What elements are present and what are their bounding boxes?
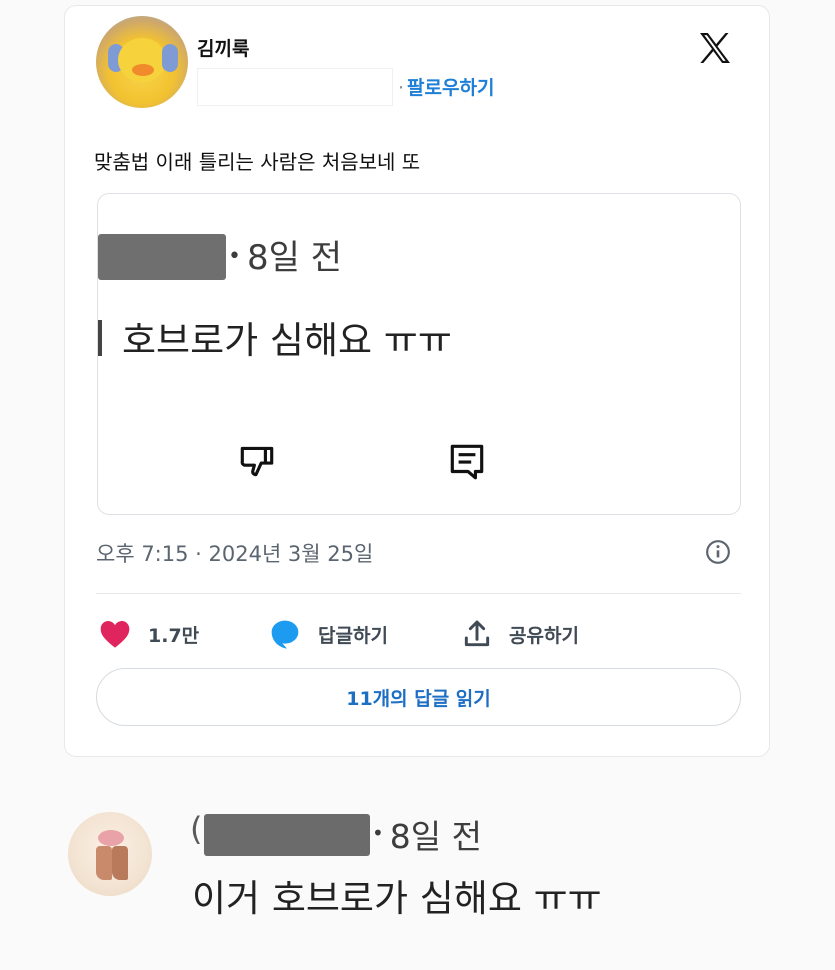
follow-separator: · <box>398 77 405 99</box>
screenshot-canvas: 김끼룩 · 팔로우하기 맞춤법 이래 틀리는 사람은 처음보네 또 • 8일 전 호… <box>0 0 835 970</box>
heart-icon <box>100 621 130 648</box>
screenshot-comment-text: 호브로가 심해요 ㅠㅠ <box>122 319 452 362</box>
share-upload-icon <box>464 620 490 647</box>
redacted-username <box>98 234 226 280</box>
follow-button[interactable]: · 팔로우하기 <box>398 73 494 100</box>
comment-time-ago-text: 8일 전 <box>389 817 483 856</box>
post-timestamp[interactable]: 오후 7:15 · 2024년 3월 25일 <box>96 538 373 568</box>
follow-label: 팔로우하기 <box>407 77 495 99</box>
comment-time-ago: • 8일 전 <box>372 817 483 856</box>
x-logo-icon[interactable] <box>695 28 735 68</box>
reply-label: 답글하기 <box>318 624 388 647</box>
commenter-avatar[interactable] <box>68 812 152 896</box>
share-button[interactable]: 공유하기 <box>461 618 579 650</box>
author-name[interactable]: 김끼룩 <box>197 34 249 61</box>
screenshot-time-ago-text: 8일 전 <box>246 238 342 278</box>
info-icon[interactable] <box>705 539 731 565</box>
like-count: 1.7만 <box>148 624 200 647</box>
comment-username-paren: ( <box>190 810 203 848</box>
reply-button[interactable]: 답글하기 <box>268 618 388 650</box>
avatar-duck-beak <box>132 64 154 76</box>
author-handle-redacted <box>197 68 393 106</box>
read-replies-button[interactable]: 11개의 답글 읽기 <box>96 668 741 726</box>
author-avatar[interactable] <box>96 16 188 108</box>
avatar-boot-right <box>112 846 128 880</box>
dislike-icon <box>240 446 274 477</box>
reply-bubble-icon <box>271 620 299 649</box>
divider <box>96 593 741 594</box>
avatar-headphone-right <box>162 44 178 72</box>
avatar-boot-left <box>96 846 112 880</box>
comment-text: 이거 호브로가 심해요 ㅠㅠ <box>192 877 602 920</box>
share-label: 공유하기 <box>509 624 579 647</box>
like-button[interactable]: 1.7만 <box>98 618 199 650</box>
comment-icon <box>450 444 484 480</box>
comment-username-redacted <box>204 814 370 856</box>
screenshot-time-ago: • 8일 전 <box>228 238 342 278</box>
embedded-screenshot[interactable]: • 8일 전 호브로가 심해요 ㅠㅠ <box>97 193 741 515</box>
post-text: 맞춤법 이래 틀리는 사람은 처음보네 또 <box>94 150 421 174</box>
text-cursor-fragment <box>98 320 102 356</box>
avatar-flower <box>98 830 124 846</box>
embedded-post-card: 김끼룩 · 팔로우하기 맞춤법 이래 틀리는 사람은 처음보네 또 • 8일 전 호… <box>64 5 770 757</box>
